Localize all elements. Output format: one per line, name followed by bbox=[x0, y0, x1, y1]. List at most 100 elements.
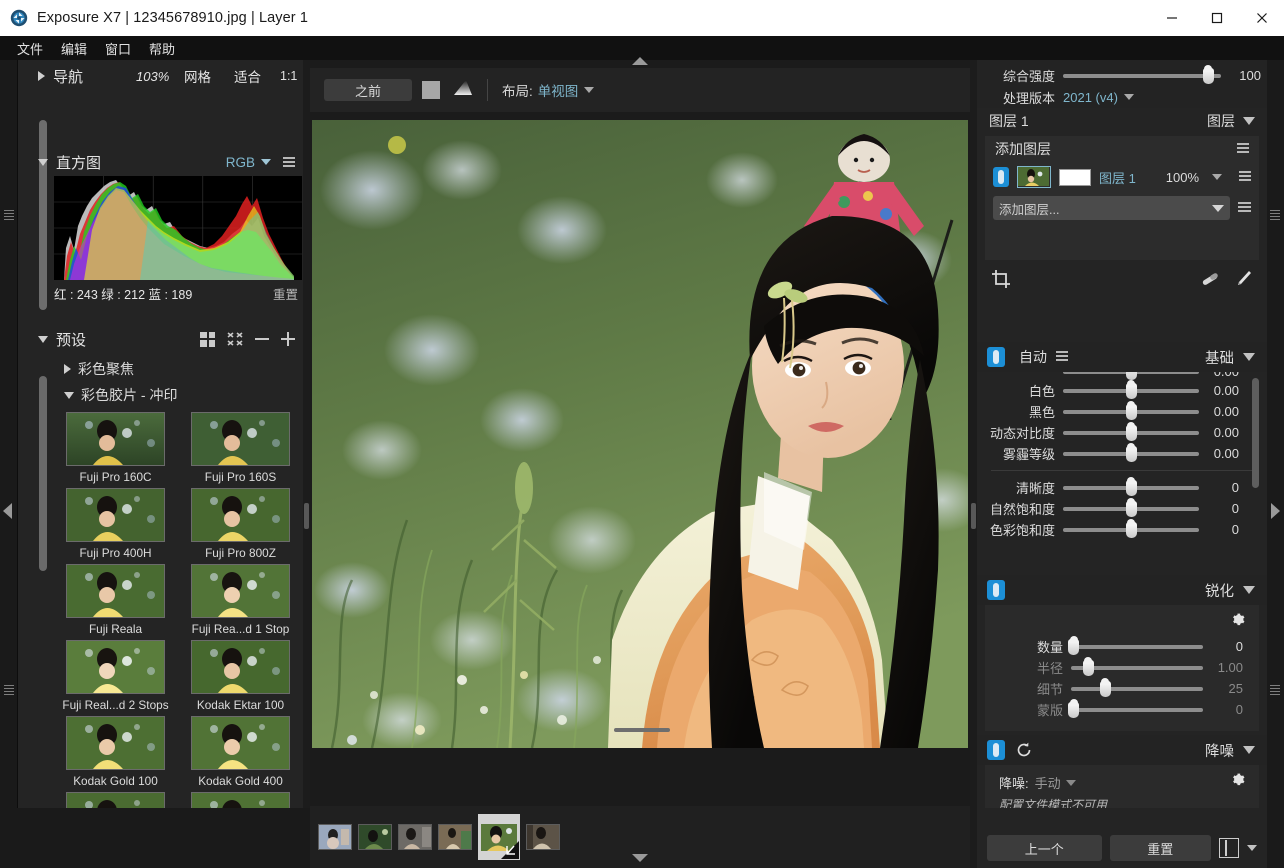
denoise-enable-toggle[interactable] bbox=[987, 740, 1005, 760]
chevron-down-icon[interactable] bbox=[584, 87, 595, 93]
brush-tool-icon[interactable] bbox=[1233, 269, 1253, 294]
splitter-grip[interactable] bbox=[304, 503, 309, 529]
preset-item[interactable]: Kodak Gold 400 bbox=[179, 716, 302, 788]
menu-item-file[interactable]: 文件 bbox=[8, 37, 52, 60]
chevron-down-icon[interactable] bbox=[38, 335, 48, 343]
layout-value[interactable]: 单视图 bbox=[538, 80, 579, 100]
filmstrip-item-selected[interactable] bbox=[478, 814, 520, 860]
slider-knob[interactable] bbox=[1068, 698, 1080, 718]
gradient-cone-icon[interactable] bbox=[451, 78, 473, 103]
slider-track[interactable] bbox=[1063, 379, 1199, 399]
layer-thumbnail[interactable] bbox=[1017, 166, 1051, 188]
collapse-top-bar-arrow-icon[interactable] bbox=[632, 57, 648, 65]
chevron-down-icon[interactable] bbox=[1065, 779, 1076, 786]
preset-thumbnail[interactable] bbox=[66, 716, 165, 770]
filmstrip-item[interactable] bbox=[526, 824, 560, 850]
preset-thumbnail[interactable] bbox=[66, 488, 165, 542]
slider-track[interactable] bbox=[1063, 476, 1199, 496]
chevron-down-icon[interactable] bbox=[1123, 94, 1134, 100]
canvas-resize-handle[interactable] bbox=[614, 728, 670, 732]
preset-item[interactable]: Kodak Gold 100 bbox=[54, 716, 177, 788]
slider-row-whites[interactable]: 白色 0.00 bbox=[977, 379, 1245, 401]
add-layer-menu-icon[interactable] bbox=[1238, 202, 1251, 214]
chevron-down-icon[interactable] bbox=[1212, 204, 1224, 212]
slider-row-clarity[interactable]: 清晰度 0 bbox=[977, 476, 1245, 498]
slider-knob[interactable] bbox=[1125, 497, 1137, 517]
preset-thumbnail[interactable] bbox=[191, 412, 290, 466]
preset-thumbnail[interactable] bbox=[191, 716, 290, 770]
histogram-channel-value[interactable]: RGB bbox=[226, 155, 255, 170]
slider-track[interactable] bbox=[1063, 518, 1199, 538]
navigator-grid-button[interactable]: 网格 bbox=[184, 66, 211, 86]
filmstrip-item[interactable] bbox=[398, 824, 432, 850]
sharpen-section-header[interactable]: 锐化 bbox=[977, 575, 1267, 605]
increase-thumbnail-size-icon[interactable] bbox=[281, 332, 295, 346]
layer-opacity[interactable]: 100% bbox=[1166, 170, 1199, 185]
denoise-refresh-icon[interactable] bbox=[1015, 741, 1033, 759]
right-rail-grip-bottom[interactable] bbox=[1270, 685, 1280, 696]
left-splitter[interactable] bbox=[303, 60, 310, 868]
preset-thumbnail[interactable] bbox=[66, 640, 165, 694]
preset-item[interactable]: Fuji Pro 160C bbox=[54, 412, 177, 484]
menu-item-window[interactable]: 窗口 bbox=[96, 37, 140, 60]
preset-category-color-focus[interactable]: 彩色聚焦 bbox=[54, 356, 303, 382]
process-version-value[interactable]: 2021 (v4) bbox=[1063, 90, 1118, 105]
preset-item[interactable]: Fuji Reala bbox=[54, 564, 177, 636]
histogram-reset-button[interactable]: 重置 bbox=[273, 284, 302, 303]
preset-item[interactable]: Fuji Pro 800Z bbox=[179, 488, 302, 560]
preset-thumbnail[interactable] bbox=[66, 564, 165, 618]
slider-row-sharpen-detail[interactable]: 细节 25 bbox=[985, 677, 1249, 699]
navigator-1to1-button[interactable]: 1:1 bbox=[280, 69, 297, 83]
chevron-down-icon[interactable] bbox=[1243, 746, 1255, 754]
denoise-section-header[interactable]: 降噪 bbox=[977, 735, 1267, 765]
slider-row-vibrance[interactable]: 自然饱和度 0 bbox=[977, 497, 1245, 519]
histogram-menu-icon[interactable] bbox=[283, 157, 295, 169]
before-button[interactable]: 之前 bbox=[324, 79, 412, 101]
chevron-right-icon[interactable] bbox=[64, 364, 71, 374]
slider-row-sharpen-amount[interactable]: 数量 0 bbox=[985, 635, 1249, 657]
filmstrip-item[interactable] bbox=[318, 824, 352, 850]
grid-view-icon[interactable] bbox=[200, 331, 215, 347]
overall-strength-track[interactable] bbox=[1063, 64, 1221, 84]
reset-button[interactable]: 重置 bbox=[1109, 835, 1211, 861]
slider-knob[interactable] bbox=[1125, 476, 1137, 496]
chevron-down-icon[interactable] bbox=[261, 159, 271, 165]
layers-menu-icon[interactable] bbox=[1237, 143, 1249, 155]
chevron-right-icon[interactable] bbox=[38, 71, 45, 81]
chevron-down-icon[interactable] bbox=[1212, 174, 1222, 180]
denoise-mode-value[interactable]: 手动 bbox=[1035, 773, 1061, 792]
preset-item[interactable]: Fuji Pro 160S bbox=[179, 412, 302, 484]
histogram-header[interactable]: 直方图 RGB bbox=[18, 148, 303, 176]
maximize-button[interactable] bbox=[1194, 0, 1239, 36]
slider-knob[interactable] bbox=[1082, 656, 1094, 676]
slider-row-dynamic-contrast[interactable]: 动态对比度 0.00 bbox=[977, 421, 1245, 443]
process-version-row[interactable]: 处理版本 2021 (v4) bbox=[977, 86, 1267, 108]
spot-heal-tool-icon[interactable] bbox=[1199, 269, 1221, 294]
basic-menu-icon[interactable] bbox=[1056, 351, 1068, 363]
slider-row-sharpen-masking[interactable]: 蒙版 0 bbox=[985, 698, 1249, 720]
slider-knob[interactable] bbox=[1099, 677, 1111, 697]
slider-track[interactable] bbox=[1068, 635, 1203, 655]
preset-item[interactable]: Fuji Rea...d 1 Stop bbox=[179, 564, 302, 636]
denoise-gear-icon[interactable] bbox=[1229, 771, 1247, 794]
splitter-grip[interactable] bbox=[971, 503, 976, 529]
menu-item-help[interactable]: 帮助 bbox=[140, 37, 184, 60]
layer-mask-thumbnail[interactable] bbox=[1059, 168, 1091, 186]
slider-track[interactable] bbox=[1063, 442, 1199, 462]
slider-knob[interactable] bbox=[1068, 635, 1080, 655]
left-rail-grip-top[interactable] bbox=[4, 210, 14, 221]
image-canvas[interactable] bbox=[310, 120, 970, 820]
filmstrip-item[interactable] bbox=[438, 824, 472, 850]
slider-row-blacks[interactable]: 黑色 0.00 bbox=[977, 400, 1245, 422]
close-button[interactable] bbox=[1239, 0, 1284, 36]
presets-list[interactable]: 彩色聚焦 彩色胶片 - 冲印 Fuji Pro 160C Fuji Pro 16… bbox=[54, 356, 303, 868]
navigator-fit-button[interactable]: 适合 bbox=[234, 66, 261, 86]
slider-knob[interactable] bbox=[1125, 442, 1137, 462]
slider-row-dehaze[interactable]: 雾霾等级 0.00 bbox=[977, 442, 1245, 464]
right-splitter[interactable] bbox=[970, 60, 977, 868]
layer-name[interactable]: 图层 1 bbox=[1099, 168, 1136, 187]
sharpen-gear-icon[interactable] bbox=[1229, 611, 1247, 634]
layer-row[interactable]: 图层 1 100% bbox=[985, 162, 1259, 192]
decrease-thumbnail-size-icon[interactable] bbox=[255, 338, 269, 340]
slider-track[interactable] bbox=[1063, 400, 1199, 420]
